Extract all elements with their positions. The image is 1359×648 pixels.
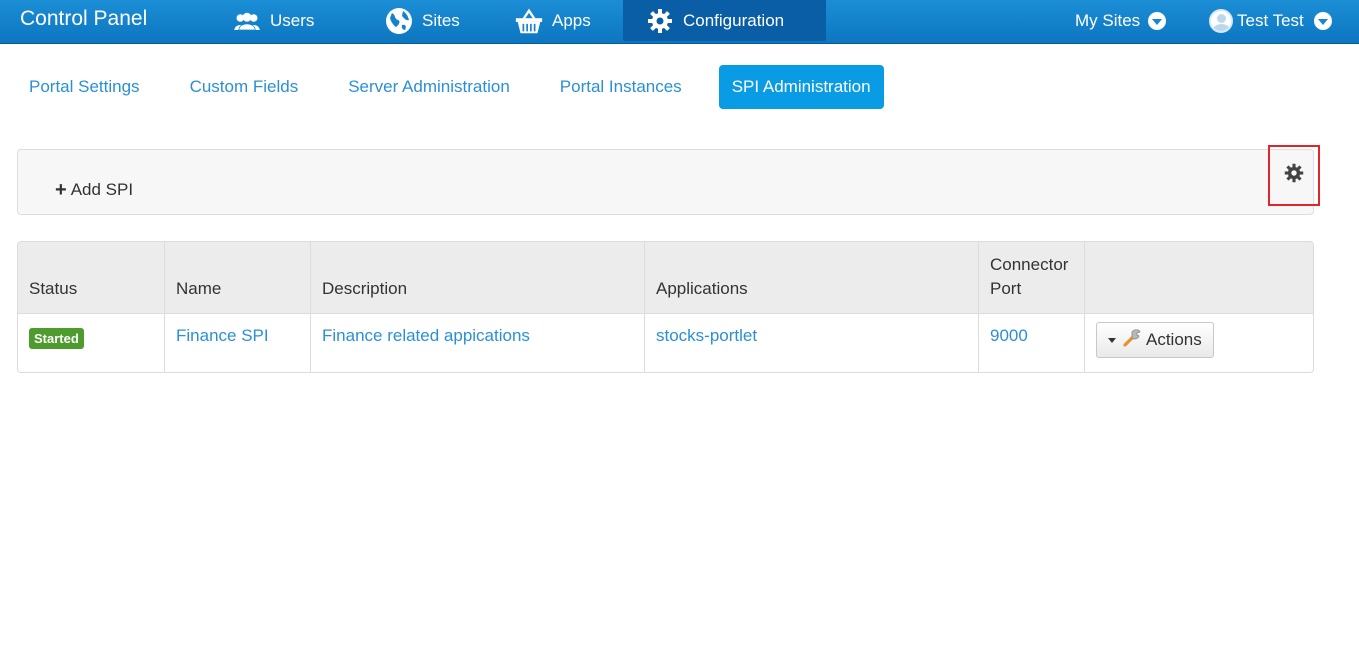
settings-button[interactable] xyxy=(1268,145,1320,206)
description-cell: Finance related appications xyxy=(311,314,645,372)
column-header-description[interactable]: Description xyxy=(311,242,645,314)
my-sites-menu[interactable]: My Sites xyxy=(1075,0,1167,41)
actions-label: Actions xyxy=(1146,330,1202,349)
nav-configuration[interactable]: Configuration xyxy=(623,0,826,41)
tab-portal-instances[interactable]: Portal Instances xyxy=(547,65,695,109)
nav-users[interactable]: Users xyxy=(218,0,328,41)
avatar xyxy=(1209,8,1233,33)
tab-portal-settings[interactable]: Portal Settings xyxy=(16,65,153,109)
config-tabs: Portal Settings Custom Fields Server Adm… xyxy=(16,65,908,109)
table-header-row: Status Name Description Applications Con… xyxy=(18,242,1313,314)
nav-apps[interactable]: Apps xyxy=(500,0,605,41)
nav-configuration-label: Configuration xyxy=(683,10,785,30)
spi-table: Status Name Description Applications Con… xyxy=(17,241,1314,373)
column-header-actions xyxy=(1085,242,1313,314)
control-panel-title[interactable]: Control Panel xyxy=(20,7,147,31)
column-header-status[interactable]: Status xyxy=(18,242,165,314)
add-spi-button[interactable]: + Add SPI xyxy=(55,180,133,200)
wrench-icon xyxy=(1122,328,1142,353)
caret-down-icon xyxy=(1108,337,1116,343)
basket-icon xyxy=(514,6,544,36)
user-name: Test Test xyxy=(1237,10,1304,30)
actions-cell: Actions xyxy=(1085,314,1313,372)
spi-name-link[interactable]: Finance SPI xyxy=(176,326,269,345)
nav-sites-label: Sites xyxy=(422,10,460,30)
tab-server-administration[interactable]: Server Administration xyxy=(335,65,523,109)
my-sites-label: My Sites xyxy=(1075,10,1141,30)
status-badge: Started xyxy=(29,328,84,349)
status-cell: Started xyxy=(18,314,165,372)
applications-cell: stocks-portlet xyxy=(645,314,979,372)
column-header-applications[interactable]: Applications xyxy=(645,242,979,314)
nav-users-label: Users xyxy=(270,10,315,30)
user-menu[interactable]: Test Test xyxy=(1209,0,1332,41)
spi-description-link[interactable]: Finance related appications xyxy=(322,326,530,345)
globe-icon xyxy=(384,6,414,36)
spi-applications-link[interactable]: stocks-portlet xyxy=(656,326,757,345)
gear-icon xyxy=(1284,163,1304,188)
table-row: Started Finance SPI Finance related appi… xyxy=(18,314,1313,372)
top-bar: Control Panel Users Sites Apps Configura… xyxy=(0,0,1359,44)
gear-icon xyxy=(645,6,675,36)
plus-icon: + xyxy=(55,178,67,201)
tab-spi-administration[interactable]: SPI Administration xyxy=(718,65,884,109)
name-cell: Finance SPI xyxy=(165,314,311,372)
chevron-down-icon xyxy=(1313,11,1332,30)
nav-sites[interactable]: Sites xyxy=(370,0,474,41)
column-header-name[interactable]: Name xyxy=(165,242,311,314)
tab-custom-fields[interactable]: Custom Fields xyxy=(177,65,312,109)
column-header-connector-port[interactable]: Connector Port xyxy=(979,242,1085,314)
spi-port-link[interactable]: 9000 xyxy=(990,326,1028,345)
actions-button[interactable]: Actions xyxy=(1096,322,1214,358)
users-icon xyxy=(232,6,262,36)
management-toolbar: + Add SPI xyxy=(17,149,1314,215)
chevron-down-icon xyxy=(1148,11,1167,30)
port-cell: 9000 xyxy=(979,314,1085,372)
add-spi-label: Add SPI xyxy=(70,180,134,199)
nav-apps-label: Apps xyxy=(552,10,591,30)
